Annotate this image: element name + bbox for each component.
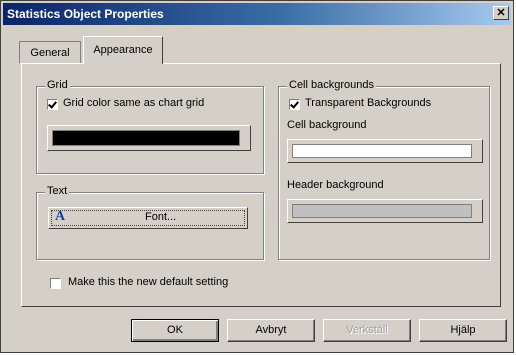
font-button-label: Font... xyxy=(145,211,177,223)
font-icon: A xyxy=(55,209,66,224)
cell-background-swatch xyxy=(292,144,472,158)
header-background-swatch xyxy=(292,204,472,218)
transparent-backgrounds-label: Transparent Backgrounds xyxy=(305,97,432,109)
properties-dialog: Statistics Object Properties ✕ General A… xyxy=(0,0,514,353)
tab-appearance[interactable]: Appearance xyxy=(83,36,163,64)
grid-legend: Grid xyxy=(45,79,70,91)
title-bar: Statistics Object Properties ✕ xyxy=(3,3,511,25)
grid-group: Grid Grid color same as chart grid xyxy=(36,79,264,174)
grid-color-checkbox[interactable] xyxy=(47,99,58,110)
appearance-panel: Grid Grid color same as chart grid Text … xyxy=(21,63,501,307)
tab-appearance-label: Appearance xyxy=(93,44,153,56)
cell-backgrounds-legend: Cell backgrounds xyxy=(287,79,376,91)
header-background-button[interactable] xyxy=(287,199,483,223)
grid-color-button[interactable] xyxy=(47,125,251,151)
header-background-label: Header background xyxy=(287,179,384,191)
cell-background-label: Cell background xyxy=(287,119,367,131)
cell-background-button[interactable] xyxy=(287,139,483,163)
transparent-backgrounds-checkbox[interactable] xyxy=(289,99,300,110)
tab-general[interactable]: General xyxy=(19,41,81,63)
cell-backgrounds-group: Cell backgrounds Transparent Backgrounds… xyxy=(278,79,490,260)
close-icon: ✕ xyxy=(496,7,506,19)
grid-color-swatch xyxy=(52,130,240,146)
grid-color-checkbox-label: Grid color same as chart grid xyxy=(63,97,205,109)
ok-button-label: OK xyxy=(167,324,183,336)
ok-button[interactable]: OK xyxy=(131,319,219,342)
help-button-label: Hjälp xyxy=(450,324,476,336)
font-button[interactable]: A Font... xyxy=(48,207,248,229)
tab-general-label: General xyxy=(30,47,70,59)
cancel-button[interactable]: Avbryt xyxy=(227,319,315,342)
close-button[interactable]: ✕ xyxy=(493,6,509,20)
apply-button-label: Verkställ xyxy=(346,324,388,336)
text-legend: Text xyxy=(45,185,70,197)
cancel-button-label: Avbryt xyxy=(255,324,287,336)
window-title: Statistics Object Properties xyxy=(7,7,164,21)
help-button[interactable]: Hjälp xyxy=(419,319,507,342)
text-group: Text A Font... xyxy=(36,185,264,260)
default-setting-label: Make this the new default setting xyxy=(68,276,229,288)
default-setting-checkbox[interactable] xyxy=(50,278,61,289)
apply-button[interactable]: Verkställ xyxy=(323,319,411,342)
